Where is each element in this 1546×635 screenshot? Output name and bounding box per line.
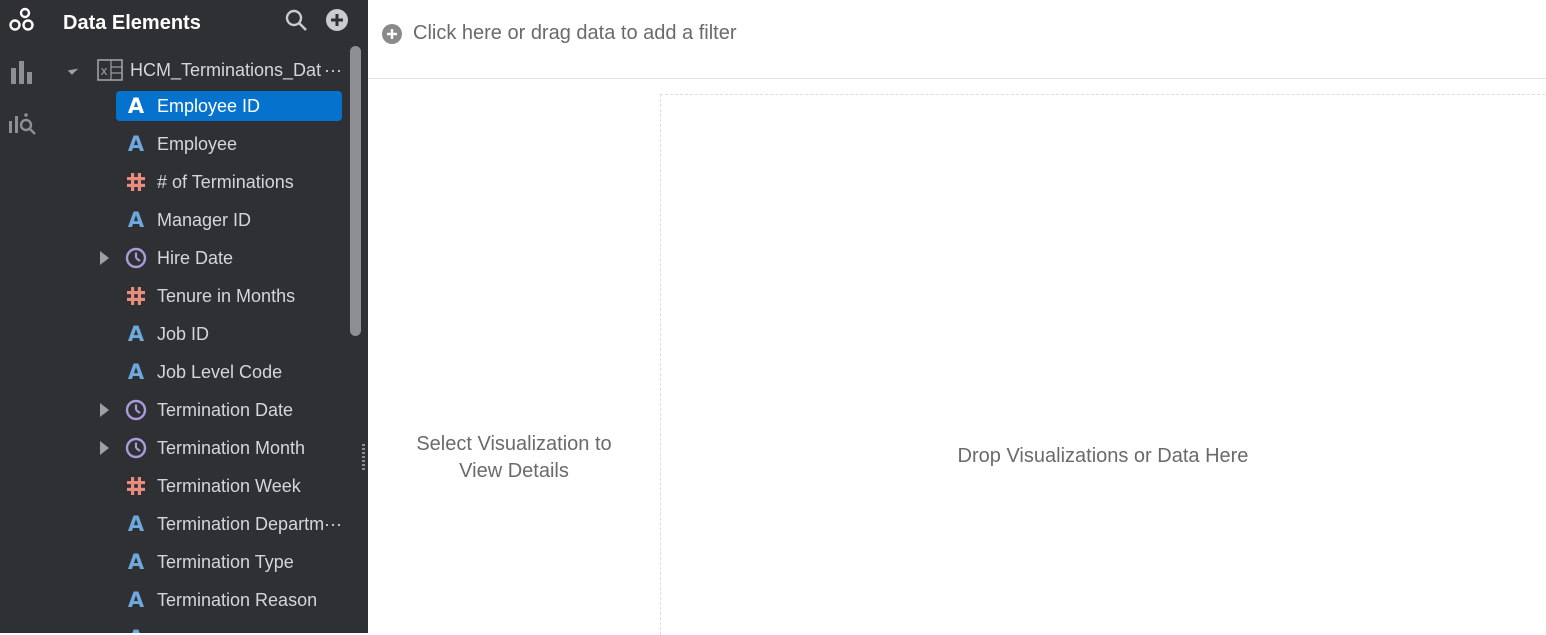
canvas-drop-zone[interactable]: Drop Visualizations or Data Here xyxy=(660,94,1545,635)
data-element-label: Manager ID xyxy=(157,210,252,230)
data-element-label: Termination Type xyxy=(157,552,294,572)
data-element-label: Employee xyxy=(157,134,238,154)
data-source-overflow: ··· xyxy=(324,60,342,80)
clock-icon xyxy=(125,247,147,269)
data-element-label: Tenure in Months xyxy=(157,286,296,306)
data-element-label: Termination Reason xyxy=(157,590,318,610)
attribute-icon: A xyxy=(127,94,145,118)
data-element-label: Job ID xyxy=(157,324,210,344)
clock-icon xyxy=(125,399,147,421)
data-element-item[interactable]: Hire Date xyxy=(100,243,342,273)
add-filter-label: Click here or drag data to add a filter xyxy=(413,22,737,44)
data-elements-panel: Data Elements x HCM_Terminations_Dat ···… xyxy=(44,0,368,633)
clock-icon xyxy=(125,437,147,459)
icon-rail xyxy=(0,0,44,633)
svg-text:x: x xyxy=(101,64,108,78)
expand-caret-icon[interactable] xyxy=(100,403,109,417)
panel-resize-handle[interactable] xyxy=(362,444,365,470)
attribute-icon: A xyxy=(127,208,145,232)
details-pane: Select Visualization to View Details xyxy=(368,79,660,633)
data-element-label: Termination Date xyxy=(157,400,294,420)
data-element-item[interactable]: Tenure in Months xyxy=(116,281,342,311)
add-icon[interactable] xyxy=(324,7,350,33)
data-element-label: Termination Week xyxy=(157,476,301,496)
data-element-item[interactable]: A Termination Reason xyxy=(116,585,342,615)
data-element-item[interactable]: A Manager ID xyxy=(116,205,342,235)
data-element-label: Termination Month xyxy=(157,438,306,458)
add-filter-button[interactable]: Click here or drag data to add a filter xyxy=(382,22,737,45)
data-source-row[interactable]: x HCM_Terminations_Dat ··· xyxy=(44,56,354,86)
attribute-icon: A xyxy=(127,132,145,156)
attribute-icon: A xyxy=(127,512,145,536)
search-icon[interactable] xyxy=(283,7,309,33)
data-element-label: Termination Departm xyxy=(157,514,325,534)
attribute-icon: A xyxy=(125,627,147,633)
filter-bar[interactable]: Click here or drag data to add a filter xyxy=(368,0,1546,79)
data-element-label: Hire Date xyxy=(157,248,234,268)
collapse-caret-icon[interactable] xyxy=(67,64,79,75)
excel-icon: x xyxy=(97,59,123,81)
drop-zone-message: Drop Visualizations or Data Here xyxy=(957,445,1249,467)
data-element-item[interactable]: A Termination Departm ··· xyxy=(116,509,342,539)
panel-scrollbar[interactable] xyxy=(350,46,361,336)
data-element-label: Job Level Code xyxy=(157,362,283,382)
data-element-item[interactable]: # of Terminations xyxy=(116,167,342,197)
expand-caret-icon[interactable] xyxy=(100,441,109,455)
data-element-overflow: ··· xyxy=(324,514,342,534)
attribute-icon: A xyxy=(127,322,145,346)
data-element-item[interactable]: A Job Level Code xyxy=(116,357,342,387)
measure-icon xyxy=(125,285,147,307)
data-element-item[interactable]: A Employee xyxy=(116,129,342,159)
data-source-label: HCM_Terminations_Dat xyxy=(130,60,322,80)
measure-icon xyxy=(125,171,147,193)
panel-title: Data Elements xyxy=(63,12,201,34)
details-message: Select Visualization to View Details xyxy=(368,431,660,485)
data-element-item[interactable]: A Employee ID xyxy=(116,91,342,121)
data-element-item[interactable]: Termination Month xyxy=(100,433,342,463)
data-element-item[interactable]: Termination Date xyxy=(100,395,342,425)
add-filter-icon xyxy=(382,23,402,44)
data-element-label: # of Terminations xyxy=(157,172,294,192)
attribute-icon: A xyxy=(127,588,145,612)
data-element-item[interactable]: Termination Week xyxy=(116,471,342,501)
attribute-icon: A xyxy=(127,360,145,384)
data-icon[interactable] xyxy=(6,4,38,36)
measure-icon xyxy=(125,475,147,497)
data-element-item[interactable]: A Job ID xyxy=(116,319,342,349)
details-message-line1: Select Visualization to xyxy=(416,433,612,455)
visualizations-icon[interactable] xyxy=(6,56,38,88)
attribute-icon: A xyxy=(127,550,145,574)
analytics-icon[interactable] xyxy=(6,108,38,140)
expand-caret-icon[interactable] xyxy=(100,251,109,265)
data-element-item[interactable]: A xyxy=(116,623,342,633)
details-message-line2: View Details xyxy=(459,460,569,482)
data-element-label: Employee ID xyxy=(157,96,261,116)
data-element-item[interactable]: A Termination Type xyxy=(116,547,342,577)
